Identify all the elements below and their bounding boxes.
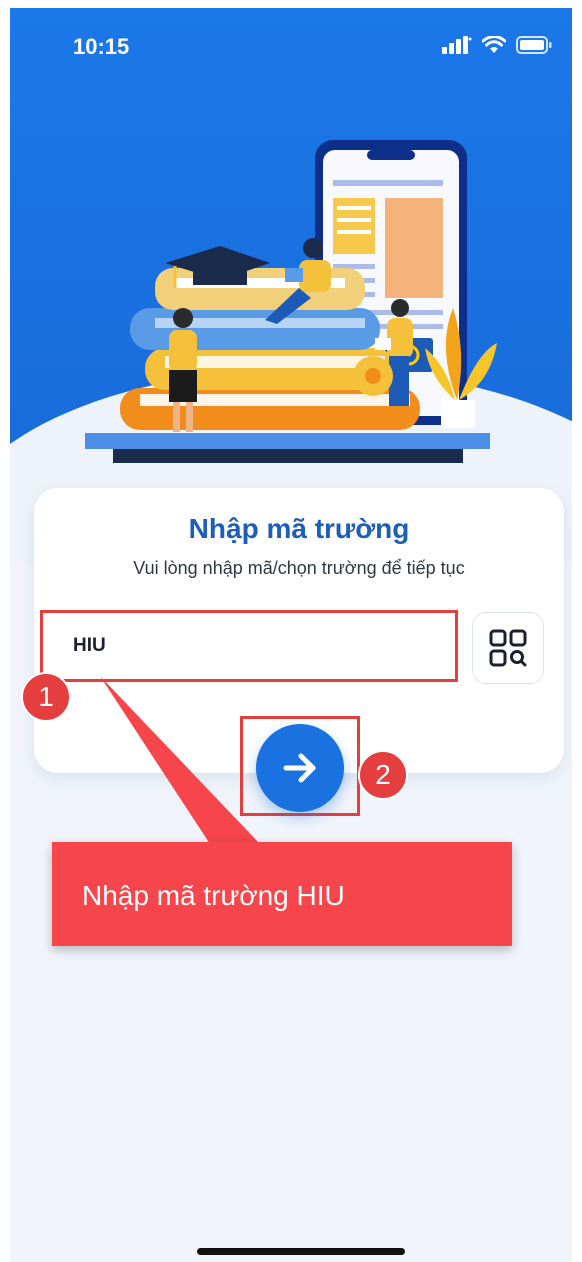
submit-button[interactable] (256, 724, 344, 812)
card-subtitle: Vui lòng nhập mã/chọn trường để tiếp tục (133, 558, 465, 578)
signal-icon (442, 36, 472, 54)
phone-screen: 10:15 Nhập mã trường Vui lòng nhập mã/ch… (10, 8, 572, 1262)
school-code-input[interactable] (43, 613, 455, 679)
card-title: Nhập mã trường (188, 513, 410, 544)
step-badge-1: 1 (21, 672, 71, 722)
education-illustration (85, 140, 497, 463)
status-icons (442, 36, 552, 54)
qr-scan-button[interactable] (472, 612, 544, 684)
home-indicator (197, 1248, 405, 1255)
status-time: 10:15 (73, 34, 130, 59)
step-badge-2: 2 (358, 750, 408, 800)
qr-scan-icon (489, 629, 527, 667)
hero-banner: 10:15 (10, 8, 572, 563)
callout-text: Nhập mã trường HIU (82, 880, 345, 911)
instruction-callout: Nhập mã trường HIU (52, 842, 512, 946)
school-code-input-highlight (40, 610, 458, 682)
wifi-icon (482, 36, 506, 53)
battery-icon (516, 36, 552, 54)
arrow-right-icon (283, 753, 316, 783)
